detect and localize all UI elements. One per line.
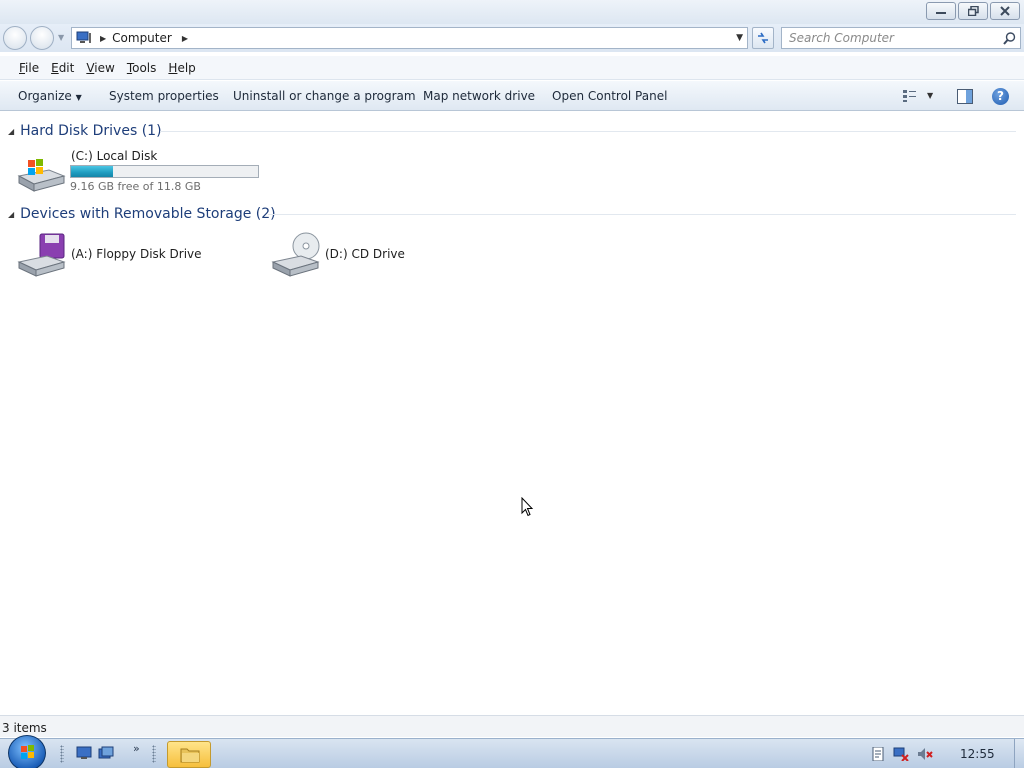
close-button[interactable] [990,2,1020,20]
volume-muted-tray-icon[interactable] [917,747,933,761]
drive-usage-bar [70,165,259,178]
breadcrumb-arrow-icon[interactable]: ▶ [100,34,106,43]
address-bar[interactable]: ▶ Computer ▶ ▼ [71,27,748,49]
menu-edit[interactable]: Edit [45,61,80,75]
search-placeholder: Search Computer [789,31,894,45]
refresh-button[interactable] [752,27,774,49]
refresh-icon [758,32,768,44]
command-bar: Organize ▼ System properties Uninstall o… [0,81,1024,111]
help-icon[interactable]: ? [992,88,1009,105]
status-bar: 3 items [0,715,1024,737]
group-divider [268,214,1016,215]
start-button[interactable] [8,735,46,768]
document-tray-icon[interactable] [870,747,886,761]
chevron-down-icon: ▼ [75,93,82,102]
change-view-icon[interactable] [902,89,918,103]
preview-pane-icon[interactable] [957,89,973,104]
minimize-button[interactable] [926,2,956,20]
show-desktop-button[interactable] [1014,739,1024,768]
group-title: Hard Disk Drives (1) [20,123,162,139]
taskbar-button-explorer[interactable] [167,741,211,768]
map-network-drive-button[interactable]: Map network drive [423,89,535,103]
group-title: Devices with Removable Storage (2) [20,206,276,222]
menu-bar: File Edit View Tools Help [0,56,1024,80]
windows-hard-disk-icon [17,159,66,192]
menu-help[interactable]: Help [162,61,201,75]
folder-icon [180,748,200,763]
show-desktop-icon[interactable] [76,746,92,760]
breadcrumb-arrow-icon[interactable]: ▶ [182,34,188,43]
group-divider [160,131,1016,132]
clock[interactable]: 12:55 [960,747,995,761]
taskbar-grip[interactable] [152,745,156,763]
menu-file[interactable]: File [13,61,45,75]
drive-label: (A:) Floppy Disk Drive [71,247,202,261]
breadcrumb-computer[interactable]: Computer [112,31,172,45]
drive-label: (C:) Local Disk [71,149,158,163]
back-button[interactable] [3,26,27,50]
computer-icon [76,31,91,43]
drive-free-space: 9.16 GB free of 11.8 GB [70,180,201,193]
menu-tools[interactable]: Tools [121,61,163,75]
quick-launch-overflow-icon[interactable]: » [133,742,140,755]
floppy-drive-icon [17,233,66,277]
address-history-dropdown-icon[interactable]: ▼ [736,33,743,43]
group-header-removable[interactable]: ◢ Devices with Removable Storage (2) [8,205,276,223]
network-tray-icon[interactable] [893,747,909,761]
menu-view[interactable]: View [80,61,120,75]
taskbar: » 12:55 [0,735,1024,768]
drive-label: (D:) CD Drive [325,247,405,261]
switch-windows-icon[interactable] [98,746,114,760]
search-icon[interactable] [1003,32,1016,45]
restore-button[interactable] [958,2,988,20]
open-control-panel-button[interactable]: Open Control Panel [552,89,667,103]
drive-d[interactable]: (D:) CD Drive [270,232,470,280]
group-header-hard-disks[interactable]: ◢ Hard Disk Drives (1) [8,122,162,140]
close-icon [1000,6,1010,16]
content-area: ◢ Hard Disk Drives (1) (C:) Local Disk 9… [0,112,1024,715]
drive-c[interactable]: (C:) Local Disk 9.16 GB free of 11.8 GB [16,148,266,196]
minimize-icon [936,12,946,14]
system-properties-button[interactable]: System properties [109,89,219,103]
forward-button[interactable] [30,26,54,50]
windows-logo-icon [21,745,34,759]
view-options-dropdown-icon[interactable]: ▼ [927,91,933,100]
title-bar [0,0,1024,24]
taskbar-grip[interactable] [60,745,64,763]
uninstall-program-button[interactable]: Uninstall or change a program [233,89,416,103]
organize-button[interactable]: Organize ▼ [18,89,82,103]
restore-icon [967,6,979,16]
collapse-triangle-icon[interactable]: ◢ [8,127,14,136]
drive-usage-fill [71,166,113,177]
search-input[interactable]: Search Computer [781,27,1021,49]
item-count: 3 items [2,721,47,735]
drive-a[interactable]: (A:) Floppy Disk Drive [16,232,236,280]
collapse-triangle-icon[interactable]: ◢ [8,210,14,219]
recent-pages-dropdown-icon[interactable]: ▼ [58,33,64,42]
address-row: ▼ ▶ Computer ▶ ▼ Search Computer [0,24,1024,52]
cd-drive-icon [271,232,320,277]
mouse-cursor-icon [521,497,534,517]
caption-buttons [926,2,1020,20]
